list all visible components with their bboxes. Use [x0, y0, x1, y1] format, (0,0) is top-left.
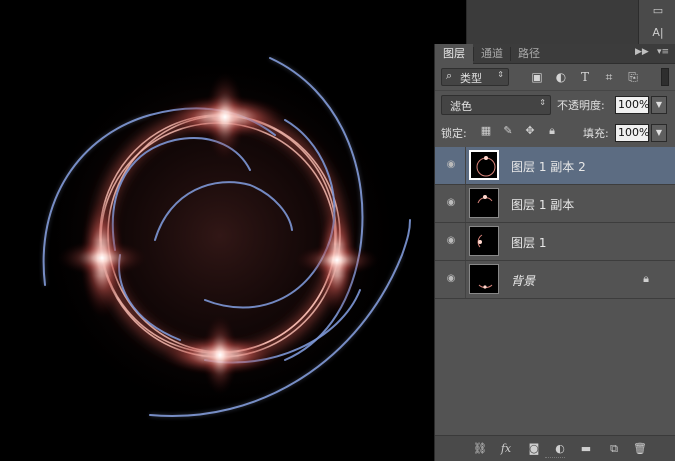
eye-column-divider: [465, 147, 466, 184]
eye-icon[interactable]: ◉: [444, 236, 458, 246]
blend-row: 滤色 ⇕ 不透明度: 100% ▼: [435, 90, 675, 119]
new-layer-icon[interactable]: ⧉: [607, 442, 621, 456]
options-strip: ▭ A|: [466, 0, 675, 44]
lock-icon: 🔒︎: [643, 272, 649, 285]
tab-channels[interactable]: 通道: [474, 44, 510, 64]
layer-mask-icon[interactable]: ◙: [527, 442, 541, 456]
swirl-artwork: [35, 51, 411, 421]
lock-transparency-icon[interactable]: ▦: [479, 124, 493, 138]
fx-icon[interactable]: fx: [499, 442, 513, 456]
opacity-dropdown-icon[interactable]: ▼: [651, 96, 667, 114]
thumbnail-art: [476, 156, 496, 177]
image-filter-icon[interactable]: ▣: [529, 69, 545, 85]
panel-toggle-icon[interactable]: ▭: [651, 4, 665, 18]
lock-all-icon[interactable]: 🔒︎: [545, 124, 559, 138]
adjustment-filter-icon[interactable]: ◐: [553, 69, 569, 85]
layer-row[interactable]: ◉ 图层 1: [435, 223, 675, 261]
layer-name: 背景: [511, 274, 536, 288]
search-icon: ⌕: [446, 69, 453, 82]
smart-object-filter-icon[interactable]: ⎘: [625, 69, 641, 85]
character-panel-icon[interactable]: A|: [651, 26, 665, 40]
fill-dropdown-icon[interactable]: ▼: [651, 124, 667, 142]
eye-icon[interactable]: ◉: [444, 160, 458, 170]
resize-grip[interactable]: [545, 457, 565, 460]
strip-divider: [466, 0, 467, 44]
lock-row: 锁定: ▦ ✎ ✥ 🔒︎ 填充: 100% ▼: [435, 119, 675, 148]
blend-mode-value: 滤色: [450, 100, 472, 113]
filter-row: ⌕ 类型 ⇕ ▣ ◐ T ⌗ ⎘: [435, 64, 675, 90]
panel-tabbar: 图层 通道 路径 ▶▶ ▾≡: [435, 44, 675, 64]
layer-thumbnail: [469, 264, 499, 294]
type-filter-icon[interactable]: T: [577, 69, 593, 85]
lock-position-icon[interactable]: ✥: [523, 124, 537, 138]
layer-row[interactable]: ◉ 图层 1 副本: [435, 185, 675, 223]
trash-icon[interactable]: 🗑︎: [633, 442, 647, 456]
layer-row[interactable]: ◉ 背景 🔒︎: [435, 261, 675, 299]
thumbnail-art: [477, 195, 493, 204]
filter-kind-select[interactable]: ⌕ 类型 ⇕: [441, 68, 509, 86]
opacity-input[interactable]: 100%: [615, 96, 649, 114]
tab-paths[interactable]: 路径: [511, 44, 547, 64]
eye-column-divider: [465, 185, 466, 222]
fill-label: 填充:: [583, 127, 609, 140]
layers-list: ◉ 图层 1 副本 2 ◉ 图层 1 副本 ◉ 图层 1 ◉ 背景 🔒︎: [435, 147, 675, 304]
layer-name: 图层 1 副本: [511, 198, 575, 212]
stepper-icon: ⇕: [539, 98, 546, 107]
eye-icon[interactable]: ◉: [444, 274, 458, 284]
eye-icon[interactable]: ◉: [444, 198, 458, 208]
eye-column-divider: [465, 223, 466, 260]
document-canvas[interactable]: [0, 0, 434, 461]
layer-name: 图层 1 副本 2: [511, 160, 586, 174]
filter-kind-label: 类型: [460, 72, 482, 85]
lock-image-icon[interactable]: ✎: [501, 124, 515, 138]
link-layers-icon[interactable]: ⛓: [473, 442, 487, 456]
layers-panel: 图层 通道 路径 ▶▶ ▾≡ ⌕ 类型 ⇕ ▣ ◐ T ⌗ ⎘ 滤色 ⇕ 不透明…: [434, 44, 675, 461]
layers-bottom-bar: ⛓ fx ◙ ◐ ▬ ⧉ 🗑︎: [435, 435, 675, 461]
opacity-label: 不透明度:: [557, 99, 605, 112]
thumbnail-art: [477, 234, 483, 248]
shape-filter-icon[interactable]: ⌗: [601, 69, 617, 85]
panel-menu-icon[interactable]: ▾≡: [657, 47, 669, 57]
thumbnail-art: [478, 284, 493, 289]
filter-toggle[interactable]: [661, 68, 669, 86]
new-group-icon[interactable]: ▬: [579, 442, 593, 456]
collapse-panel-icon[interactable]: ▶▶: [635, 47, 649, 57]
tool-column: ▭ A|: [638, 0, 675, 44]
blend-mode-select[interactable]: 滤色 ⇕: [441, 95, 551, 115]
layer-row[interactable]: ◉ 图层 1 副本 2: [435, 147, 675, 185]
layer-thumbnail: [469, 150, 499, 180]
layer-thumbnail: [469, 226, 499, 256]
tab-layers[interactable]: 图层: [435, 44, 473, 64]
eye-column-divider: [465, 261, 466, 298]
layer-thumbnail: [469, 188, 499, 218]
adjustment-layer-icon[interactable]: ◐: [553, 442, 567, 456]
lock-label: 锁定:: [441, 127, 467, 140]
stepper-icon: ⇕: [497, 70, 504, 79]
layer-name: 图层 1: [511, 236, 547, 250]
fill-input[interactable]: 100%: [615, 124, 649, 142]
